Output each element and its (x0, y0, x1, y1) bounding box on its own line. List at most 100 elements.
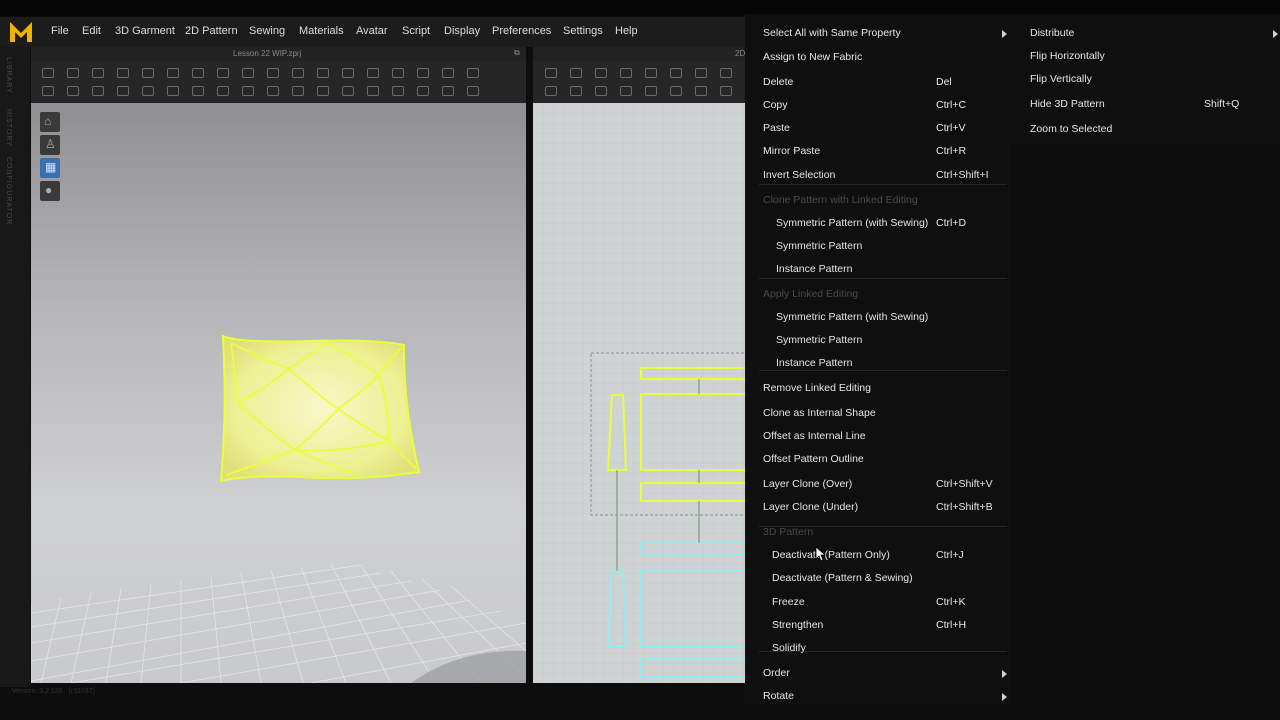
tool-icon[interactable] (192, 86, 204, 96)
tool-icon[interactable] (367, 86, 379, 96)
ctx-item-rotate[interactable]: Rotate (763, 690, 794, 702)
tool-icon[interactable] (367, 68, 379, 78)
pop-out-icon[interactable]: ⧉ (514, 48, 520, 58)
ctx-item-offset-pattern-outline[interactable]: Offset Pattern Outline (763, 453, 864, 465)
tool-icon[interactable] (442, 68, 454, 78)
tool-icon[interactable] (42, 86, 54, 96)
tool-icon[interactable] (467, 68, 479, 78)
ctx-item-instance-pattern[interactable]: Instance Pattern (776, 357, 852, 369)
tool-icon[interactable] (117, 86, 129, 96)
submenu-item-distribute[interactable]: Distribute (1030, 27, 1074, 39)
tool-icon[interactable] (595, 86, 607, 96)
rail-library[interactable]: LIBRARY (5, 57, 12, 94)
ctx-item-symmetric-pattern-with-sewing[interactable]: Symmetric Pattern (with Sewing) (776, 311, 928, 323)
submenu-item-flip-vertically[interactable]: Flip Vertically (1030, 73, 1092, 85)
tool-icon[interactable] (570, 68, 582, 78)
avatar-view-button[interactable]: ⌂ (40, 112, 60, 132)
tool-icon[interactable] (67, 68, 79, 78)
submenu-item-flip-horizontally[interactable]: Flip Horizontally (1030, 50, 1105, 62)
tool-icon[interactable] (42, 68, 54, 78)
ctx-item-select-all-with-same-property[interactable]: Select All with Same Property (763, 27, 901, 39)
tool-icon[interactable] (670, 86, 682, 96)
tool-icon[interactable] (92, 68, 104, 78)
tool-icon[interactable] (545, 86, 557, 96)
tool-icon[interactable] (595, 68, 607, 78)
tool-icon[interactable] (417, 86, 429, 96)
tool-icon[interactable] (342, 86, 354, 96)
ctx-item-copy[interactable]: Copy (763, 99, 788, 111)
tool-icon[interactable] (720, 86, 732, 96)
tool-icon[interactable] (242, 68, 254, 78)
tool-icon[interactable] (392, 68, 404, 78)
ctx-item-layer-clone-under[interactable]: Layer Clone (Under) (763, 501, 858, 513)
tool-icon[interactable] (67, 86, 79, 96)
submenu-item-zoom-to-selected[interactable]: Zoom to Selected (1030, 123, 1112, 135)
tool-icon[interactable] (417, 68, 429, 78)
ctx-item-assign-to-new-fabric[interactable]: Assign to New Fabric (763, 51, 862, 63)
ctx-item-remove-linked-editing[interactable]: Remove Linked Editing (763, 382, 871, 394)
ctx-item-strengthen[interactable]: Strengthen (772, 619, 823, 631)
menu-3d-garment[interactable]: 3D Garment (115, 25, 175, 37)
tool-icon[interactable] (620, 86, 632, 96)
tool-icon[interactable] (645, 68, 657, 78)
menu-2d-pattern[interactable]: 2D Pattern (185, 25, 238, 37)
ctx-item-clone-as-internal-shape[interactable]: Clone as Internal Shape (763, 407, 876, 419)
tool-icon[interactable] (670, 68, 682, 78)
ctx-item-mirror-paste[interactable]: Mirror Paste (763, 145, 820, 157)
submenu-item-hide-3d-pattern[interactable]: Hide 3D Pattern (1030, 98, 1105, 110)
tool-icon[interactable] (217, 68, 229, 78)
tool-icon[interactable] (167, 86, 179, 96)
viewport-2d[interactable] (533, 103, 745, 683)
tool-icon[interactable] (217, 86, 229, 96)
texture-view-button[interactable]: ● (40, 181, 60, 201)
ctx-item-instance-pattern[interactable]: Instance Pattern (776, 263, 852, 275)
tool-icon[interactable] (342, 68, 354, 78)
ctx-item-freeze[interactable]: Freeze (772, 596, 805, 608)
tool-icon[interactable] (317, 86, 329, 96)
tool-icon[interactable] (117, 68, 129, 78)
tool-icon[interactable] (317, 68, 329, 78)
ctx-item-delete[interactable]: Delete (763, 76, 793, 88)
tool-icon[interactable] (442, 86, 454, 96)
ctx-item-paste[interactable]: Paste (763, 122, 790, 134)
tool-icon[interactable] (645, 86, 657, 96)
menu-preferences[interactable]: Preferences (492, 25, 551, 37)
ctx-item-deactivate-pattern-sewing[interactable]: Deactivate (Pattern & Sewing) (772, 572, 913, 584)
tool-icon[interactable] (695, 86, 707, 96)
ctx-item-order[interactable]: Order (763, 667, 790, 679)
menu-help[interactable]: Help (615, 25, 638, 37)
ctx-item-symmetric-pattern[interactable]: Symmetric Pattern (776, 240, 862, 252)
tool-icon[interactable] (570, 86, 582, 96)
tool-icon[interactable] (142, 86, 154, 96)
tool-icon[interactable] (545, 68, 557, 78)
tool-icon[interactable] (142, 68, 154, 78)
menu-display[interactable]: Display (444, 25, 480, 37)
ctx-item-solidify[interactable]: Solidify (772, 642, 806, 654)
menu-materials[interactable]: Materials (299, 25, 344, 37)
ctx-item-symmetric-pattern[interactable]: Symmetric Pattern (776, 334, 862, 346)
fabric-view-button[interactable]: ▦ (40, 158, 60, 178)
menu-avatar[interactable]: Avatar (356, 25, 388, 37)
pillow-3d[interactable] (31, 103, 526, 683)
tool-icon[interactable] (292, 86, 304, 96)
viewport-3d[interactable] (31, 103, 526, 683)
tool-icon[interactable] (192, 68, 204, 78)
menu-file[interactable]: File (51, 25, 69, 37)
tool-icon[interactable] (292, 68, 304, 78)
rail-history[interactable]: HISTORY (5, 109, 12, 147)
tool-icon[interactable] (167, 68, 179, 78)
tool-icon[interactable] (695, 68, 707, 78)
rail-configurator[interactable]: CONFIGURATOR (5, 157, 12, 225)
tool-icon[interactable] (242, 86, 254, 96)
menu-edit[interactable]: Edit (82, 25, 101, 37)
ctx-item-symmetric-pattern-with-sewing[interactable]: Symmetric Pattern (with Sewing) (776, 217, 928, 229)
tool-icon[interactable] (267, 86, 279, 96)
ctx-item-offset-as-internal-line[interactable]: Offset as Internal Line (763, 430, 866, 442)
ctx-item-deactivate-pattern-only[interactable]: Deactivate (Pattern Only) (772, 549, 890, 561)
menu-settings[interactable]: Settings (563, 25, 603, 37)
tool-icon[interactable] (720, 68, 732, 78)
menu-script[interactable]: Script (402, 25, 430, 37)
tool-icon[interactable] (92, 86, 104, 96)
menu-sewing[interactable]: Sewing (249, 25, 285, 37)
avatar-toggle-button[interactable]: ♙ (40, 135, 60, 155)
